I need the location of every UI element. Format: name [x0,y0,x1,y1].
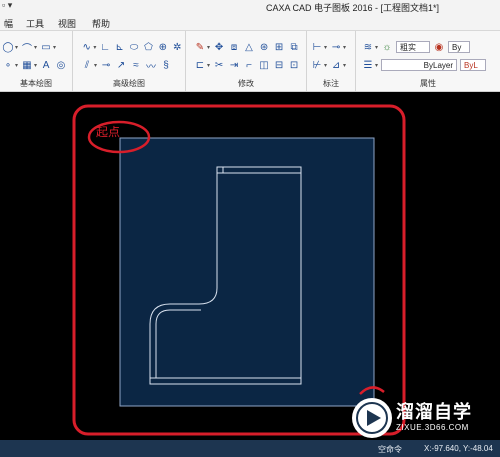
menu-item-draw[interactable]: 幅 [4,17,13,30]
ribbon-group-advanced-draw: ∿ ▾ ∟ ⊾ ⬭ ⬠ ⊕ ✲ ⫽ ▾ ⊸ ↗ ≈ 〰 § 高级绘图 [73,31,186,91]
gear-icon[interactable]: ✲ [172,41,183,53]
hatch-icon[interactable]: ▦ [21,59,33,71]
linear-dimension-icon[interactable]: ⊢ [311,41,323,53]
offset-icon[interactable]: ⊡ [288,59,300,71]
array-icon[interactable]: ⊞ [273,41,285,53]
polygon-icon[interactable]: ⬠ [143,41,154,53]
color-wheel-icon[interactable]: ◉ [433,41,445,53]
arc-icon[interactable]: ⌒ [21,41,33,55]
color-select[interactable]: By [448,41,471,53]
ribbon-group-modify: ✎ ▾ ✥ ⧈ △ ⊛ ⊞ ⧉ ⊏ ▾ ✂ ⇥ ⌐ ◫ ⊟ ⊡ 修改 [186,31,307,91]
centerline-icon[interactable]: ⊕ [157,41,168,53]
wave-line-icon[interactable]: 〰 [145,59,157,73]
coordinate-readout: X:-97.640, Y:-48.04 [424,444,493,453]
title-bar: ▫ ▾ CAXA CAD 电子图板 2016 - [工程图文档1*] [0,0,500,14]
status-bar: 空命令 X:-97.640, Y:-48.04 [0,440,500,457]
drawing-paper [119,137,375,407]
dimension-angle-icon[interactable]: ⊾ [114,41,125,53]
break-line-icon[interactable]: ≈ [130,59,142,71]
break-icon[interactable]: ⊟ [273,59,285,71]
dimension-style-icon[interactable]: ⊸ [330,41,342,53]
scale-icon[interactable]: △ [243,41,255,53]
quick-access-toolbar[interactable]: ▫ ▾ [2,0,12,11]
lineweight-select[interactable]: ByL [460,59,487,71]
trim-icon[interactable]: ✂ [213,59,225,71]
lightbulb-icon[interactable]: ☼ [381,41,393,53]
circle-icon[interactable]: ◯ [2,41,14,53]
menu-bar: 幅 工具 视图 帮助 [0,14,500,31]
ellipse-icon[interactable]: ⬭ [128,41,139,53]
ribbon-group-properties: ≋ ▾ ☼ 粗实 ◉ By ☰ ▾ ByLayer ByL 属性 [356,31,500,91]
watermark-text: 溜溜自学 [396,402,472,422]
group-label: 基本绘图 [20,79,52,88]
hole-icon[interactable]: ⊸ [100,59,112,71]
menu-item-help[interactable]: 帮助 [92,17,110,30]
ribbon-group-dimension: ⊢ ▾ ⊸ ▾ ⊬ ▾ ⊿ ▾ 标注 [307,31,356,91]
layer-select[interactable]: 粗实 [396,41,431,53]
angle-line-icon[interactable]: ∟ [99,41,110,53]
layer-manager-icon[interactable]: ≋ [362,41,374,53]
extend-icon[interactable]: ⇥ [228,59,240,71]
group-label: 高级绘图 [113,79,145,88]
menu-item-tools[interactable]: 工具 [26,17,44,30]
window-title: CAXA CAD 电子图板 2016 - [工程图文档1*] [266,3,440,13]
rectangle-icon[interactable]: ▭ [40,41,52,53]
group-label: 标注 [323,79,339,88]
linetype-icon[interactable]: ☰ [362,59,374,71]
group-label: 修改 [238,79,254,88]
spring-icon[interactable]: § [160,59,172,71]
parallel-line-icon[interactable]: ⫽ [81,59,93,71]
canvas-svg: 起点 [72,104,406,436]
point-icon[interactable]: ∘ [2,59,14,71]
spline-icon[interactable]: ∿ [81,41,92,53]
ribbon: ◯ ▾ ⌒ ▾ ▭ ▾ ∘ ▾ ▦ ▾ A ◎ 基本绘图 ∿ ▾ ∟ ⊾ ⬭ ⬠ ⊕ ✲ ⫽… [0,31,500,92]
mirror-icon[interactable]: ⧈ [228,41,240,53]
erase-icon[interactable]: ✎ [194,41,206,53]
group-label: 属性 [420,79,436,88]
start-point-label: 起点 [96,125,120,139]
text-icon[interactable]: A [40,59,52,71]
surface-finish-icon[interactable]: ⊿ [330,59,342,71]
tangent-icon[interactable]: ↗ [115,59,127,71]
menu-item-view[interactable]: 视图 [58,17,76,30]
block-icon[interactable]: ◎ [55,59,67,71]
copy-icon[interactable]: ⧉ [288,41,300,53]
move-icon[interactable]: ✥ [213,41,225,53]
ribbon-group-basic-draw: ◯ ▾ ⌒ ▾ ▭ ▾ ∘ ▾ ▦ ▾ A ◎ 基本绘图 [0,31,73,91]
explode-icon[interactable]: ⊛ [258,41,270,53]
tolerance-icon[interactable]: ⊬ [311,59,323,71]
fillet-icon[interactable]: ⌐ [243,59,255,71]
watermark-logo [352,398,392,438]
linetype-select[interactable]: ByLayer [381,59,458,71]
command-status: 空命令 [378,445,402,454]
watermark-subtext: ZIXUE.3D66.COM [396,423,469,432]
stretch-icon[interactable]: ⊏ [194,59,206,71]
drawing-canvas[interactable]: 起点 [0,92,500,440]
chamfer-icon[interactable]: ◫ [258,59,270,71]
